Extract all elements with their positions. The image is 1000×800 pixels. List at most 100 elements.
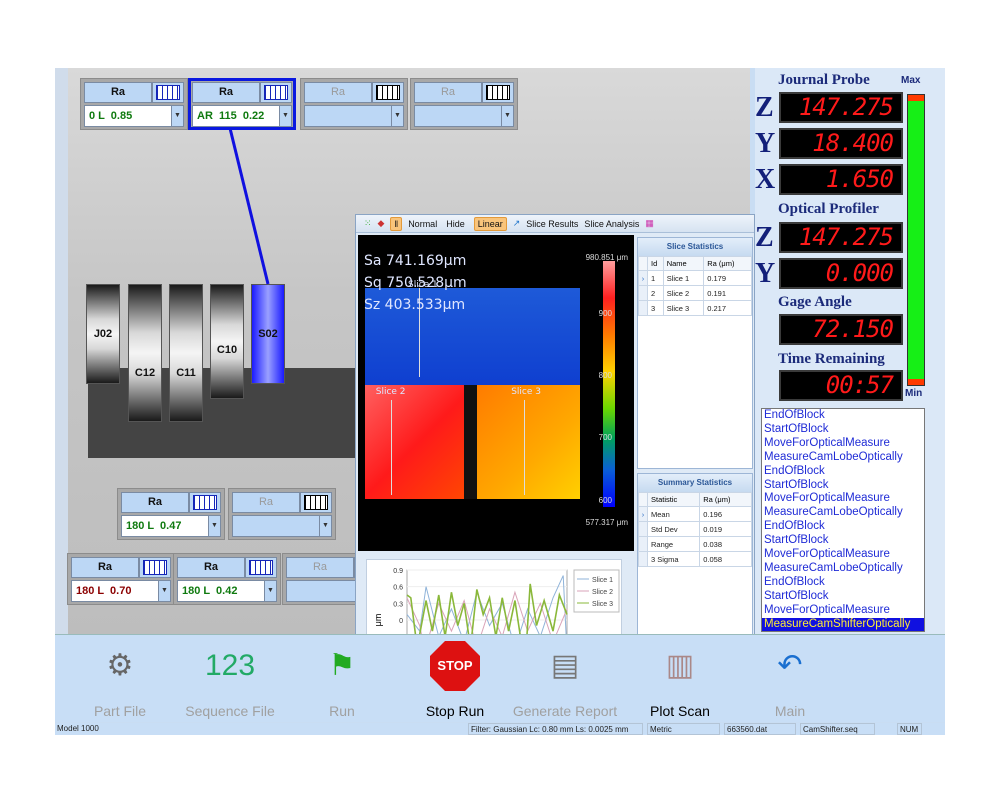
- dropdown-arrow-icon[interactable]: ▼: [158, 581, 170, 601]
- table-cell: Slice 2: [662, 285, 705, 301]
- col-header[interactable]: Id: [647, 256, 664, 271]
- optical-z-readout: 147.275: [779, 222, 903, 253]
- measurement-card[interactable]: Ra 180 L 0.70 ▼: [67, 553, 175, 605]
- measurement-value[interactable]: 0 L 0.85: [85, 106, 171, 126]
- row-marker: [638, 521, 648, 537]
- measurement-value[interactable]: [415, 106, 501, 126]
- tool-part-file[interactable]: ⚙ Part File: [65, 639, 175, 719]
- chart-icon[interactable]: [152, 82, 184, 103]
- pause-icon[interactable]: ‖: [390, 216, 403, 231]
- log-entry[interactable]: MeasureCamLobeOptically: [762, 451, 924, 465]
- tool-label: Part File: [93, 703, 147, 719]
- col-header[interactable]: Statistic: [646, 492, 701, 507]
- back-arrow-icon: ↶: [777, 649, 803, 682]
- measurement-value[interactable]: 180 L 0.42: [178, 581, 264, 601]
- dropdown-arrow-icon[interactable]: ▼: [279, 106, 291, 126]
- main-toolbar: ⚙ Part File 123 Sequence File ⚑ Run STOP Stop R…: [55, 634, 945, 722]
- log-entry[interactable]: EndOfBlock: [762, 576, 924, 590]
- tool-generate-report[interactable]: ▤ Generate Report: [510, 639, 620, 719]
- tool-label: Sequence File: [185, 703, 275, 719]
- chart-icon[interactable]: [482, 82, 514, 103]
- y-tick-label: 0: [399, 618, 403, 625]
- 3d-view-icon[interactable]: ◆: [378, 218, 385, 229]
- hide-button[interactable]: Hide: [443, 218, 468, 230]
- slice-analysis-button[interactable]: Slice Analysis: [584, 219, 639, 229]
- table-row[interactable]: 3 Slice 3 0.217: [638, 300, 752, 316]
- dropdown-arrow-icon[interactable]: ▼: [319, 516, 331, 536]
- tool-sequence-file[interactable]: 123 Sequence File: [175, 639, 285, 719]
- measurement-value[interactable]: [305, 106, 391, 126]
- log-entry[interactable]: MeasureCamLobeOptically: [762, 562, 924, 576]
- palette-icon[interactable]: ▦: [645, 218, 654, 229]
- log-entry[interactable]: StartOfBlock: [762, 479, 924, 493]
- measurement-value[interactable]: [233, 516, 319, 536]
- tool-run[interactable]: ⚑ Run: [287, 639, 397, 719]
- tool-label: Run: [329, 703, 355, 719]
- report-printer-icon: ▤: [550, 649, 580, 682]
- table-row[interactable]: 2 Slice 2 0.191: [638, 285, 752, 301]
- log-entry[interactable]: StartOfBlock: [762, 534, 924, 548]
- measurement-value[interactable]: 180 L 0.70: [72, 581, 158, 601]
- table-cell: 2: [647, 285, 664, 301]
- table-row[interactable]: Std Dev 0.019: [638, 521, 752, 537]
- log-entry[interactable]: StartOfBlock: [762, 590, 924, 604]
- linear-button[interactable]: Linear: [473, 216, 507, 231]
- height-map[interactable]: Slice 1 Slice 2 Slice 3: [365, 280, 580, 499]
- normal-dropdown[interactable]: Normal: [408, 219, 437, 229]
- log-entry[interactable]: MoveForOpticalMeasure: [762, 548, 924, 562]
- tool-main[interactable]: ↶ Main: [735, 639, 845, 719]
- sq-value: Sq 750.528μm: [364, 275, 467, 291]
- chart-icon[interactable]: [260, 82, 292, 103]
- dropdown-arrow-icon[interactable]: ▼: [264, 581, 276, 601]
- table-row[interactable]: › Mean 0.196: [638, 506, 752, 522]
- col-header[interactable]: Ra (μm): [699, 492, 752, 507]
- col-header[interactable]: Ra (μm): [703, 256, 752, 271]
- log-entry[interactable]: MoveForOpticalMeasure: [762, 604, 924, 618]
- surface-map[interactable]: Slice 1 Slice 2 Slice 3 Sa 741.169μm Sq …: [358, 235, 634, 551]
- log-entry[interactable]: EndOfBlock: [762, 409, 924, 423]
- measurement-card[interactable]: Ra AR 115 0.22 ▼: [188, 78, 296, 130]
- dropdown-arrow-icon[interactable]: ▼: [501, 106, 513, 126]
- log-entry[interactable]: EndOfBlock: [762, 520, 924, 534]
- chart-icon[interactable]: [139, 557, 171, 578]
- table-row[interactable]: Range 0.038: [638, 536, 752, 552]
- chart-icon[interactable]: [372, 82, 404, 103]
- measurement-card[interactable]: Ra ▼: [228, 488, 336, 540]
- measurement-card[interactable]: Ra 180 L 0.47 ▼: [117, 488, 225, 540]
- measurement-card[interactable]: Ra ▼: [300, 78, 408, 130]
- plot-scan-icon: ▥: [665, 649, 695, 682]
- log-entry[interactable]: MeasureCamShifterOptically: [762, 617, 924, 631]
- dropdown-arrow-icon[interactable]: ▼: [171, 106, 183, 126]
- chart-icon[interactable]: [300, 492, 332, 513]
- dropdown-arrow-icon[interactable]: ▼: [208, 516, 220, 536]
- slice-results-button[interactable]: Slice Results: [526, 219, 578, 229]
- log-entry[interactable]: StartOfBlock: [762, 423, 924, 437]
- measurement-value[interactable]: AR 115 0.22: [193, 106, 279, 126]
- log-entry[interactable]: MeasureCamLobeOptically: [762, 506, 924, 520]
- table-row[interactable]: 3 Sigma 0.058: [638, 551, 752, 567]
- log-entry[interactable]: EndOfBlock: [762, 465, 924, 479]
- gage-angle-readout: 72.150: [779, 314, 903, 345]
- col-header[interactable]: Name: [662, 256, 705, 271]
- slope-icon[interactable]: ↗: [513, 218, 521, 229]
- log-entry[interactable]: MoveForOpticalMeasure: [762, 492, 924, 506]
- table-cell: 0.179: [703, 270, 752, 286]
- sequence-log-list[interactable]: EndOfBlock StartOfBlock MoveForOpticalMeas…: [761, 408, 925, 632]
- table-row[interactable]: › 1 Slice 1 0.179: [638, 270, 752, 286]
- tool-stop-run[interactable]: STOP Stop Run: [400, 639, 510, 719]
- tool-plot-scan[interactable]: ▥ Plot Scan: [625, 639, 735, 719]
- chart-icon[interactable]: [189, 492, 221, 513]
- measurement-card[interactable]: Ra 180 L 0.42 ▼: [173, 553, 281, 605]
- y-tick-label: 0.6: [393, 585, 403, 592]
- grid-icon[interactable]: ⁙: [364, 218, 372, 229]
- chart-icon[interactable]: [245, 557, 277, 578]
- row-marker: ›: [638, 270, 648, 286]
- measurement-card[interactable]: Ra 0 L 0.85 ▼: [80, 78, 188, 130]
- probe-gauge: [907, 94, 925, 386]
- table-cell: 0.196: [699, 506, 752, 522]
- log-entry[interactable]: MoveForOpticalMeasure: [762, 437, 924, 451]
- parameter-label: Ra: [71, 557, 139, 578]
- dropdown-arrow-icon[interactable]: ▼: [391, 106, 403, 126]
- measurement-value[interactable]: 180 L 0.47: [122, 516, 208, 536]
- measurement-card[interactable]: Ra ▼: [410, 78, 518, 130]
